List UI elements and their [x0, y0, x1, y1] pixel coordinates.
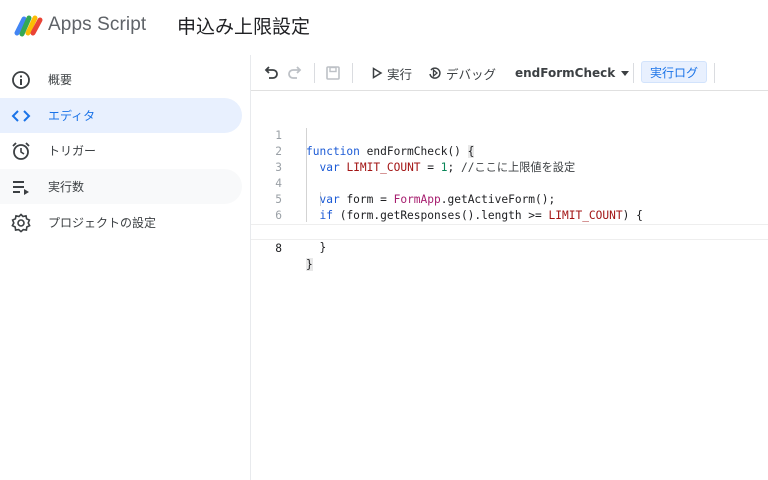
gear-icon	[11, 213, 31, 233]
execution-log-button[interactable]: 実行ログ	[641, 61, 707, 83]
code-icon	[11, 106, 31, 126]
function-select-value: endFormCheck	[515, 66, 616, 80]
toolbar-divider	[633, 63, 634, 83]
save-button[interactable]	[325, 61, 341, 85]
code-line: 4 var form = FormApp.getActiveForm();	[251, 160, 768, 206]
code-line: 2 var LIMIT_COUNT = 1; //ここに上限値を設定	[251, 128, 768, 174]
code-editor[interactable]: 1 function endFormCheck() { 2 var LIMIT_…	[251, 91, 768, 480]
app-header: Apps Script 申込み上限設定	[0, 0, 768, 52]
sidebar-item-triggers[interactable]: トリガー	[0, 133, 242, 168]
code-text: }	[306, 258, 313, 271]
sidebar-item-executions[interactable]: 実行数	[0, 169, 242, 204]
save-icon	[326, 66, 340, 80]
editor-panel: 実行 デバッグ endFormCheck 実行ログ 1 function end…	[250, 55, 768, 480]
run-label: 実行	[387, 66, 413, 82]
play-icon	[372, 67, 383, 79]
executions-list-icon	[11, 177, 31, 197]
app-name[interactable]: Apps Script	[48, 14, 146, 36]
sidebar-item-label: 実行数	[48, 180, 85, 194]
editor-toolbar: 実行 デバッグ endFormCheck 実行ログ	[251, 55, 768, 91]
code-text: }	[306, 241, 327, 254]
redo-icon	[288, 66, 302, 79]
dropdown-arrow-icon	[621, 71, 630, 76]
undo-icon	[264, 66, 278, 79]
code-line: 7 }	[251, 208, 768, 254]
code-line: 6 form.setAcceptingResponses(false);	[251, 192, 768, 238]
sidebar-item-project-settings[interactable]: プロジェクトの設定	[0, 205, 242, 240]
run-button[interactable]: 実行	[371, 61, 412, 85]
code-line: 5 if (form.getResponses().length >= LIMI…	[251, 176, 768, 222]
code-line: 1 function endFormCheck() {	[251, 112, 768, 158]
toolbar-divider	[714, 63, 715, 83]
sidebar-item-label: トリガー	[48, 144, 97, 158]
function-select[interactable]: endFormCheck	[515, 61, 631, 85]
project-title[interactable]: 申込み上限設定	[177, 12, 310, 39]
debug-label: デバッグ	[446, 66, 497, 82]
toolbar-divider	[314, 63, 315, 83]
redo-button[interactable]	[287, 61, 303, 85]
debug-button[interactable]: デバッグ	[428, 61, 496, 85]
sidebar-item-editor[interactable]: エディタ	[0, 98, 242, 133]
alarm-clock-icon	[11, 141, 31, 161]
info-icon	[11, 70, 31, 90]
apps-script-logo-icon[interactable]	[14, 13, 44, 37]
sidebar-item-label: プロジェクトの設定	[48, 216, 157, 230]
sidebar: 概要 エディタ トリガー 実行数 プロジェクトの設定	[0, 58, 250, 480]
code-line-current: 8 }	[251, 224, 768, 271]
toolbar-divider	[352, 63, 353, 83]
code-line: 3	[251, 144, 768, 174]
sidebar-item-label: エディタ	[48, 109, 96, 123]
undo-button[interactable]	[263, 61, 279, 85]
line-number: 8	[275, 242, 282, 255]
sidebar-item-label: 概要	[48, 73, 73, 87]
debug-icon	[429, 67, 441, 79]
sidebar-item-overview[interactable]: 概要	[0, 62, 242, 97]
